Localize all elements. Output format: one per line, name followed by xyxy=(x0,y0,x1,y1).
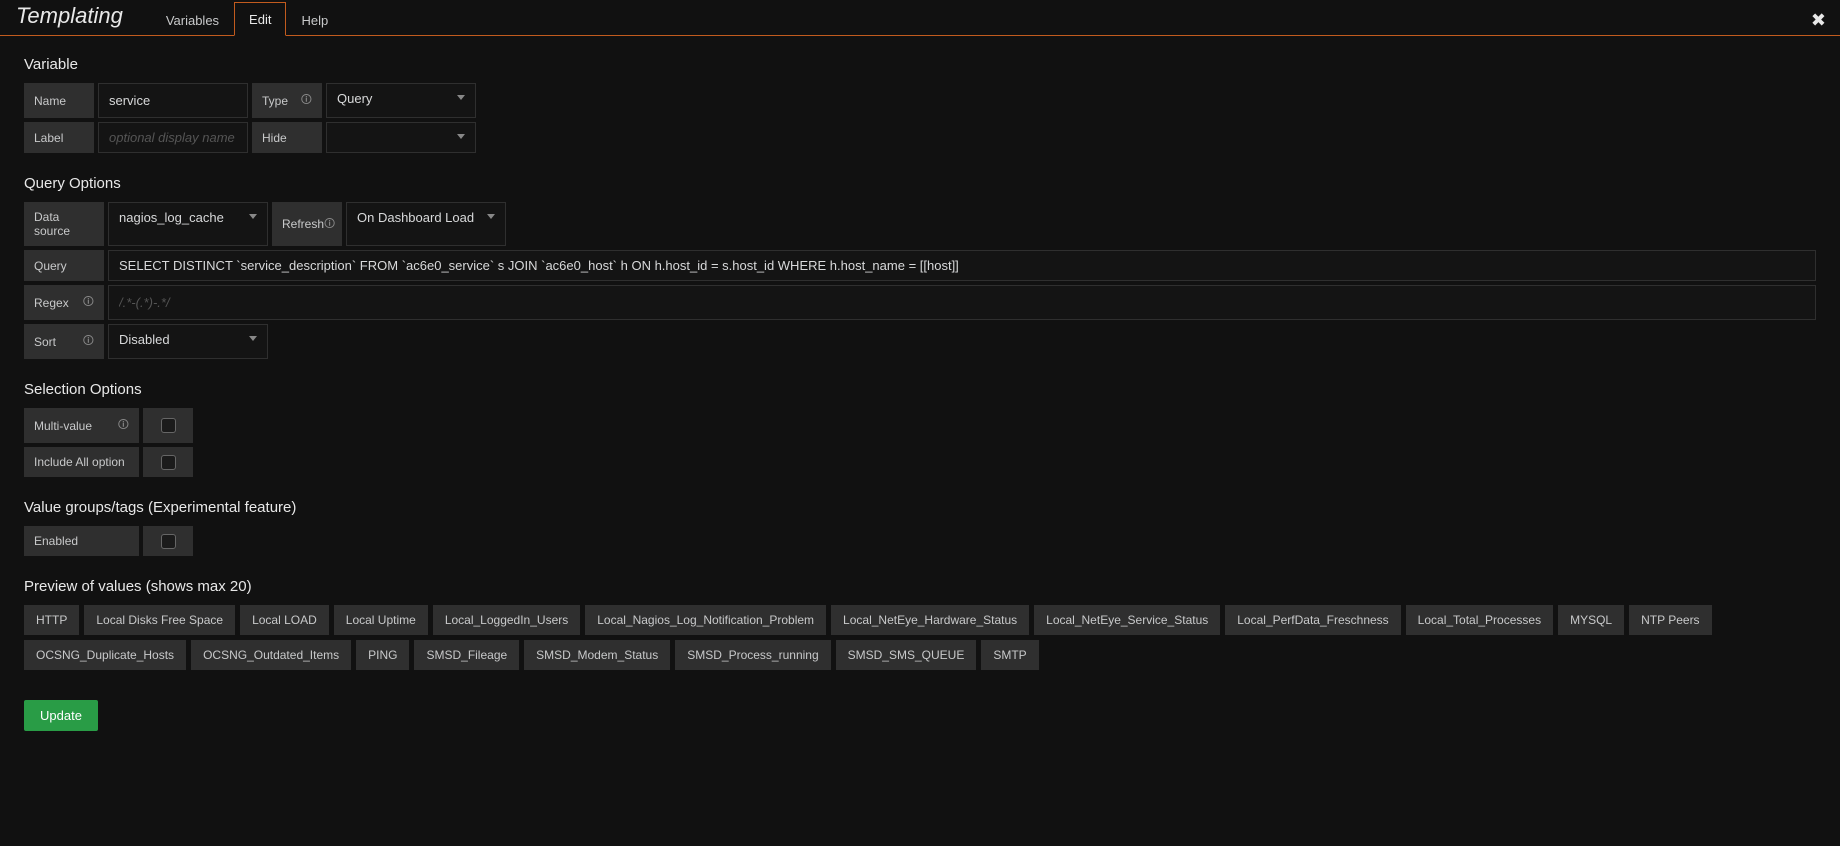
multivalue-checkbox[interactable] xyxy=(161,418,176,433)
chevron-down-icon xyxy=(457,95,465,100)
content: Variable Name Type 🛈 Query Label Hide Qu… xyxy=(0,36,1840,751)
label-datasource: Data source xyxy=(24,202,104,246)
name-input[interactable] xyxy=(98,83,248,118)
includeall-checkbox[interactable] xyxy=(161,455,176,470)
label-includeall: Include All option xyxy=(24,447,139,477)
info-icon[interactable]: 🛈 xyxy=(324,215,335,234)
label-enabled: Enabled xyxy=(24,526,139,556)
chevron-down-icon xyxy=(249,214,257,219)
row-label-hide: Label Hide xyxy=(24,122,1816,153)
label-type-text: Type xyxy=(262,94,288,108)
preview-chip: Local_NetEye_Service_Status xyxy=(1034,605,1220,635)
row-name-type: Name Type 🛈 Query xyxy=(24,83,1816,118)
section-selection-title: Selection Options xyxy=(24,381,1816,398)
enabled-checkbox[interactable] xyxy=(161,534,176,549)
label-multivalue: Multi-value 🛈 xyxy=(24,408,139,443)
preview-chip: Local_LoggedIn_Users xyxy=(433,605,580,635)
regex-input[interactable] xyxy=(108,285,1816,320)
preview-chip: Local Uptime xyxy=(334,605,428,635)
label-name: Name xyxy=(24,83,94,118)
info-icon[interactable]: 🛈 xyxy=(301,91,312,110)
preview-chip: SMTP xyxy=(981,640,1038,670)
preview-chip: OCSNG_Duplicate_Hosts xyxy=(24,640,186,670)
preview-chip: HTTP xyxy=(24,605,79,635)
header: Templating Variables Edit Help ✖ xyxy=(0,0,1840,36)
close-icon[interactable]: ✖ xyxy=(1811,10,1826,31)
page-title: Templating xyxy=(16,3,123,35)
preview-chip: PING xyxy=(356,640,409,670)
datasource-select[interactable]: nagios_log_cache xyxy=(108,202,268,246)
label-regex: Regex 🛈 xyxy=(24,285,104,320)
preview-chip: NTP Peers xyxy=(1629,605,1711,635)
info-icon[interactable]: 🛈 xyxy=(118,416,129,435)
label-input[interactable] xyxy=(98,122,248,153)
preview-chip: Local Disks Free Space xyxy=(84,605,235,635)
row-multivalue: Multi-value 🛈 xyxy=(24,408,1816,443)
preview-chips: HTTPLocal Disks Free SpaceLocal LOADLoca… xyxy=(24,605,1816,670)
tabs: Variables Edit Help xyxy=(151,2,343,35)
info-icon[interactable]: 🛈 xyxy=(83,332,94,351)
label-sort-text: Sort xyxy=(34,335,56,349)
preview-chip: SMSD_SMS_QUEUE xyxy=(836,640,977,670)
preview-chip: SMSD_Process_running xyxy=(675,640,830,670)
multivalue-checkbox-cell[interactable] xyxy=(143,408,193,443)
chevron-down-icon xyxy=(487,214,495,219)
row-datasource: Data source nagios_log_cache Refresh 🛈 O… xyxy=(24,202,1816,246)
row-enabled: Enabled xyxy=(24,526,1816,556)
row-includeall: Include All option xyxy=(24,447,1816,477)
row-sort: Sort 🛈 Disabled xyxy=(24,324,1816,359)
section-variable-title: Variable xyxy=(24,56,1816,73)
datasource-value: nagios_log_cache xyxy=(119,210,224,225)
sort-value: Disabled xyxy=(119,332,170,347)
update-button[interactable]: Update xyxy=(24,700,98,731)
chevron-down-icon xyxy=(457,134,465,139)
hide-select[interactable] xyxy=(326,122,476,153)
includeall-checkbox-cell[interactable] xyxy=(143,447,193,477)
label-label: Label xyxy=(24,122,94,153)
tab-variables[interactable]: Variables xyxy=(151,3,234,36)
label-refresh-text: Refresh xyxy=(282,217,324,231)
preview-chip: Local_Total_Processes xyxy=(1406,605,1553,635)
label-sort: Sort 🛈 xyxy=(24,324,104,359)
type-select-value: Query xyxy=(337,91,372,106)
tab-edit[interactable]: Edit xyxy=(234,2,286,36)
preview-chip: Local_NetEye_Hardware_Status xyxy=(831,605,1029,635)
preview-chip: MYSQL xyxy=(1558,605,1624,635)
refresh-select[interactable]: On Dashboard Load xyxy=(346,202,506,246)
info-icon[interactable]: 🛈 xyxy=(83,293,94,312)
label-type: Type 🛈 xyxy=(252,83,322,118)
refresh-value: On Dashboard Load xyxy=(357,210,474,225)
section-preview-title: Preview of values (shows max 20) xyxy=(24,578,1816,595)
label-query: Query xyxy=(24,250,104,281)
enabled-checkbox-cell[interactable] xyxy=(143,526,193,556)
section-query-title: Query Options xyxy=(24,175,1816,192)
preview-chip: OCSNG_Outdated_Items xyxy=(191,640,351,670)
sort-select[interactable]: Disabled xyxy=(108,324,268,359)
label-regex-text: Regex xyxy=(34,296,69,310)
preview-chip: Local_Nagios_Log_Notification_Problem xyxy=(585,605,826,635)
chevron-down-icon xyxy=(249,336,257,341)
label-multivalue-text: Multi-value xyxy=(34,419,92,433)
tab-help[interactable]: Help xyxy=(286,3,343,36)
preview-chip: Local_PerfData_Freschness xyxy=(1225,605,1400,635)
query-input[interactable] xyxy=(108,250,1816,281)
preview-chip: SMSD_Fileage xyxy=(414,640,519,670)
row-regex: Regex 🛈 xyxy=(24,285,1816,320)
label-hide: Hide xyxy=(252,122,322,153)
preview-chip: SMSD_Modem_Status xyxy=(524,640,670,670)
row-query: Query xyxy=(24,250,1816,281)
section-valuegroups-title: Value groups/tags (Experimental feature) xyxy=(24,499,1816,516)
label-refresh: Refresh 🛈 xyxy=(272,202,342,246)
preview-chip: Local LOAD xyxy=(240,605,329,635)
type-select[interactable]: Query xyxy=(326,83,476,118)
